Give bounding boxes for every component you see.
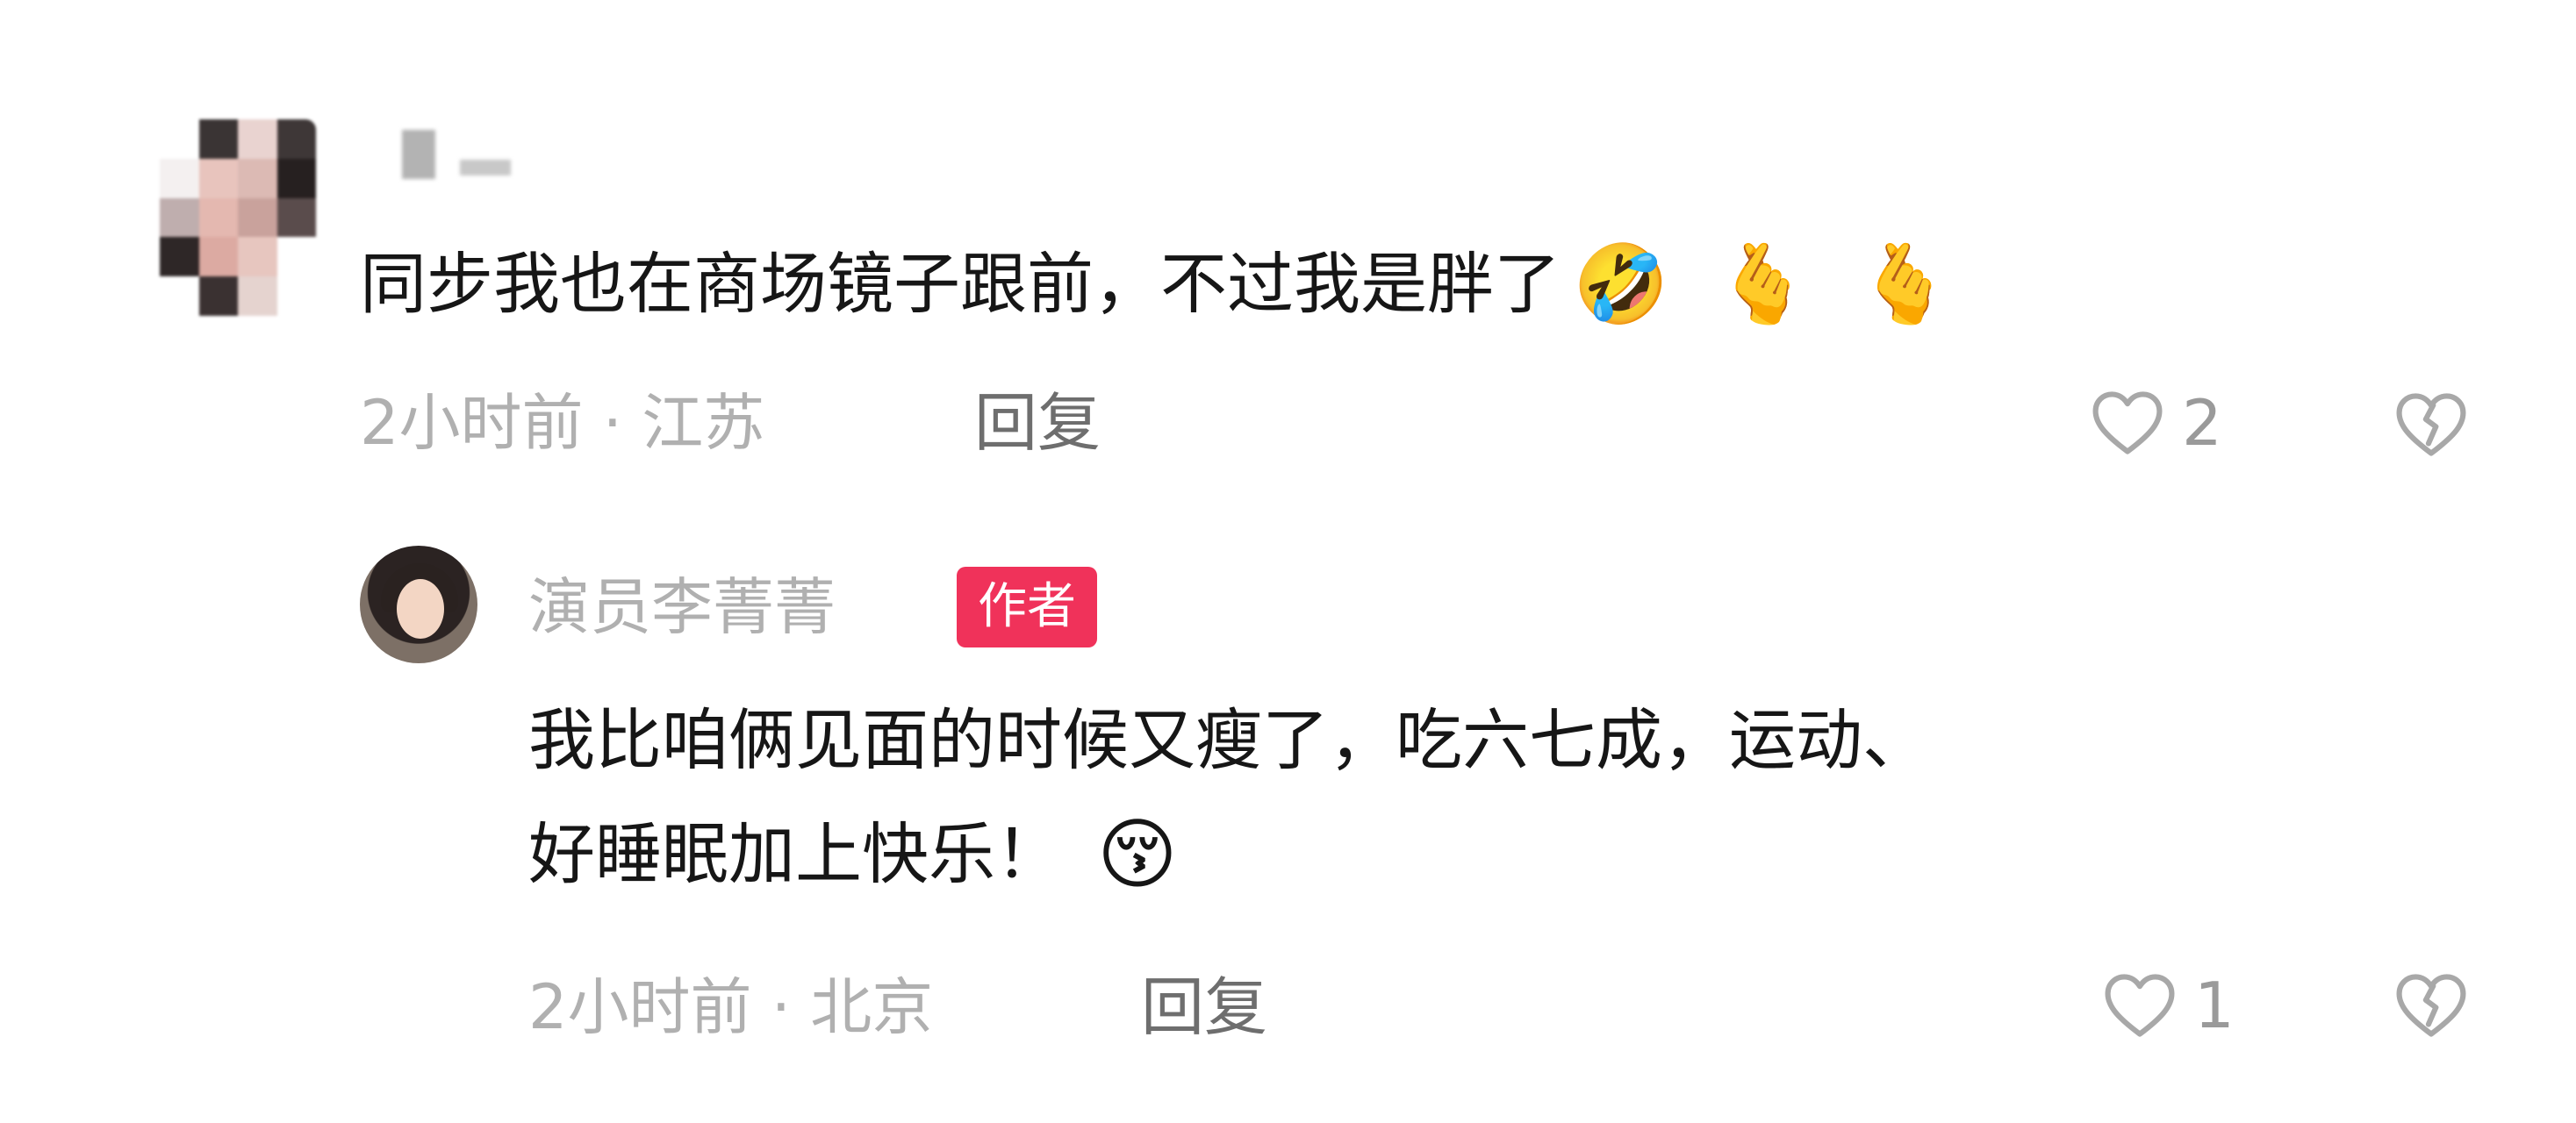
reply-meta: 2小时前 · 北京 <box>528 971 934 1043</box>
reply-text-line1: 我比咱俩见面的时候又瘦了，吃六七成，运动、 <box>528 701 1929 779</box>
reply-text-line2: 好睡眠加上快乐！ 😚 <box>528 805 1178 904</box>
reply-button[interactable]: 回复 <box>1141 970 1267 1044</box>
heart-outline-icon <box>2105 974 2175 1037</box>
kissing-hearts-emoji: 😚 <box>1097 809 1178 899</box>
comment-text: 同步我也在商场镜子跟前，不过我是胖了 🤣 🫰 🫰 <box>360 235 1953 333</box>
avatar-face <box>397 579 444 639</box>
broken-heart-icon <box>2396 974 2466 1037</box>
commenter-avatar[interactable] <box>160 119 316 316</box>
dislike-button[interactable] <box>2391 965 2472 1046</box>
reply-text-line2-content: 好睡眠加上快乐！ <box>528 815 1062 893</box>
rolling-laughing-emoji: 🤣 <box>1573 239 1669 329</box>
comment-text-content: 同步我也在商场镜子跟前，不过我是胖了 <box>360 245 1561 323</box>
author-name[interactable]: 演员李菁菁 <box>528 570 836 644</box>
like-count: 1 <box>2194 969 2235 1042</box>
heart-outline-icon <box>2092 391 2163 454</box>
finger-heart-emoji: 🫰 <box>1856 239 1953 329</box>
commenter-name-blurred[interactable] <box>402 130 518 179</box>
broken-heart-icon <box>2396 393 2466 456</box>
dislike-button[interactable] <box>2391 384 2472 465</box>
comment-meta: 2小时前 · 江苏 <box>360 387 765 459</box>
like-count: 2 <box>2182 386 2222 460</box>
finger-heart-emoji: 🫰 <box>1714 239 1812 329</box>
author-badge: 作者 <box>957 567 1097 647</box>
reply-button[interactable]: 回复 <box>974 386 1101 460</box>
like-button[interactable]: 1 <box>2099 965 2235 1046</box>
author-avatar[interactable] <box>360 546 477 663</box>
like-button[interactable]: 2 <box>2087 383 2222 463</box>
